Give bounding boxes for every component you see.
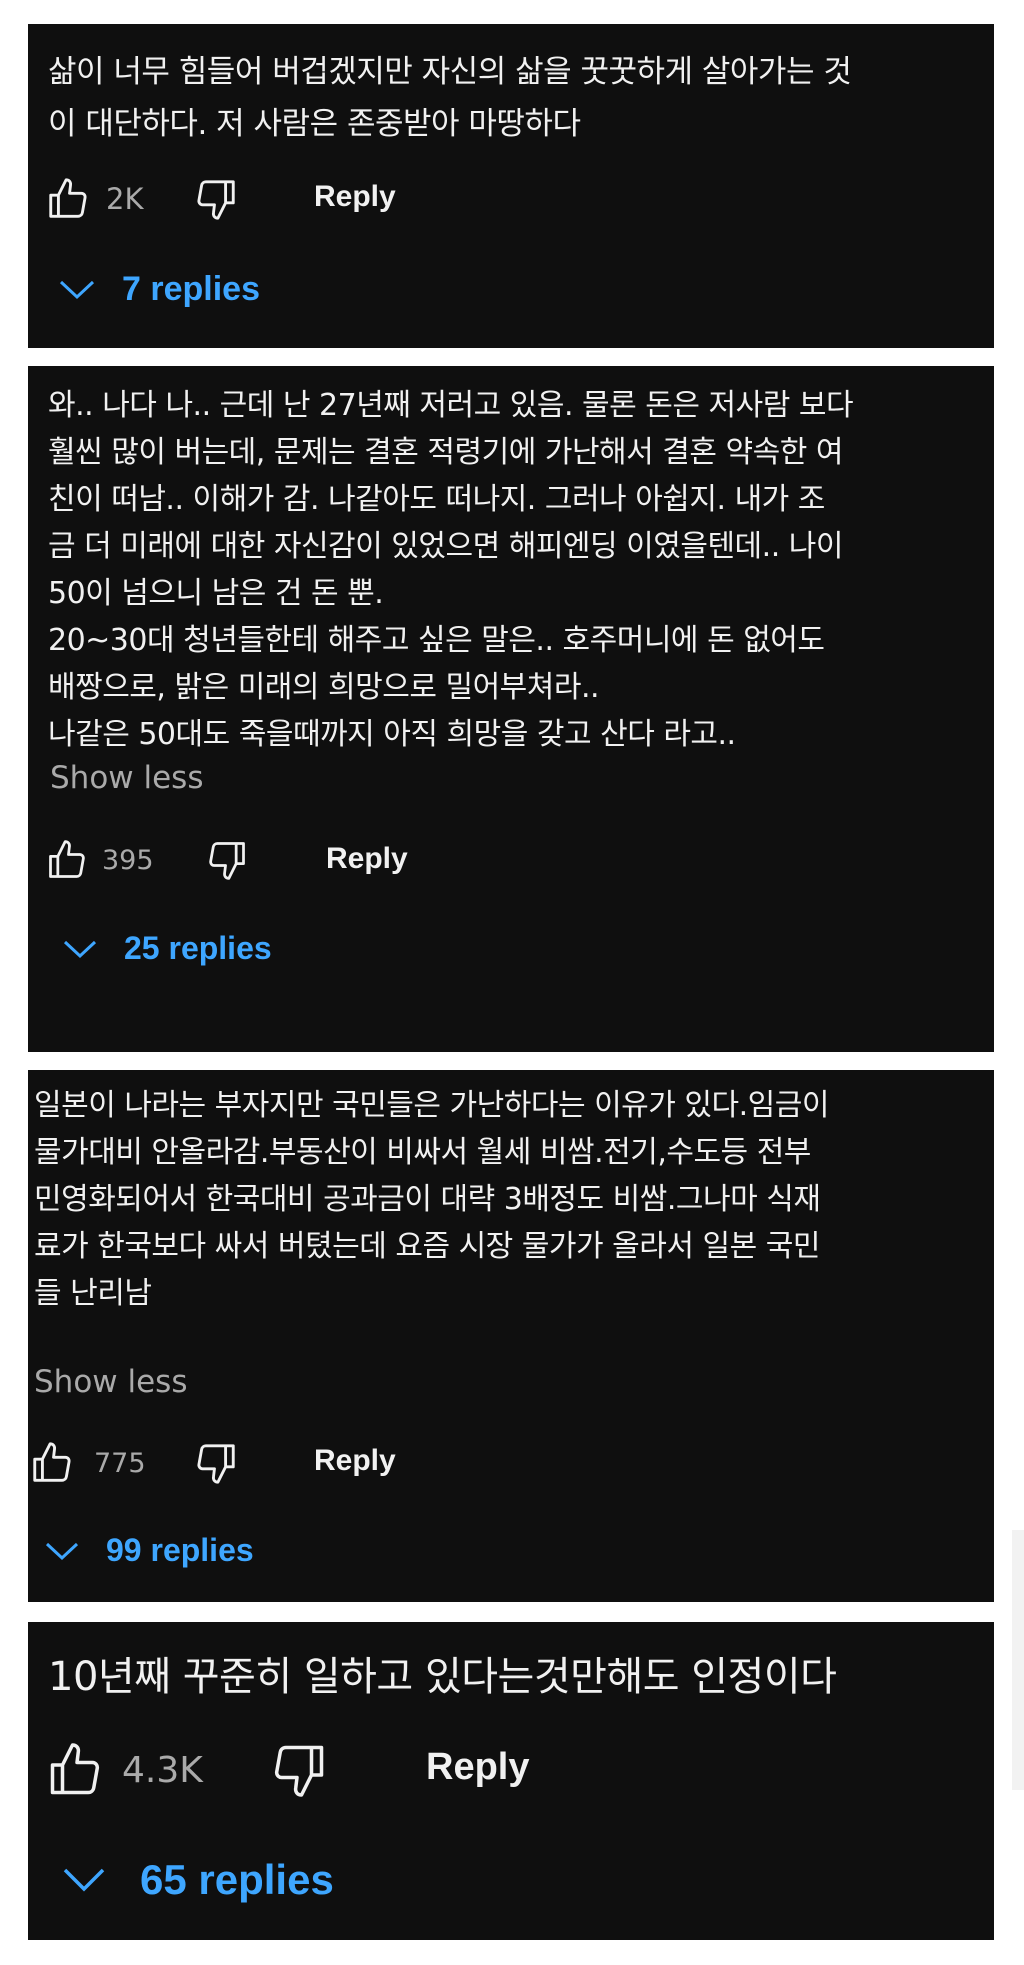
- like-count: 4.3K: [122, 1749, 203, 1791]
- comment-text-line: 금 더 미래에 대한 자신감이 있었으면 해피엔딩 이였을텐데.. 나이: [48, 529, 843, 564]
- comment-text-line: 삶이 너무 힘들어 버겁겠지만 자신의 삶을 꿋꿋하게 살아가는 것: [48, 54, 852, 90]
- chevron-down-icon: [62, 939, 98, 959]
- replies-count-label: 99 replies: [106, 1532, 254, 1568]
- view-replies-button[interactable]: 65 replies: [62, 1856, 334, 1904]
- replies-count-label: 65 replies: [140, 1856, 334, 1903]
- reply-button[interactable]: Reply: [314, 1444, 396, 1478]
- reply-button[interactable]: Reply: [426, 1746, 529, 1789]
- like-button[interactable]: 395: [44, 838, 154, 882]
- comment-card: 와.. 나다 나.. 근데 난 27년째 저러고 있음. 물론 돈은 저사람 보…: [28, 366, 994, 1052]
- like-button[interactable]: 2K: [44, 176, 143, 222]
- thumbs-down-icon: [268, 1740, 330, 1800]
- comment-text-line: 20~30대 청년들한테 해주고 싶은 말은.. 호주머니에 돈 없어도: [48, 623, 825, 658]
- replies-count-label: 7 replies: [122, 270, 260, 308]
- view-replies-button[interactable]: 99 replies: [44, 1532, 254, 1569]
- comment-text-line: 10년째 꾸준히 일하고 있다는것만해도 인정이다: [48, 1654, 837, 1700]
- thumbs-down-icon: [192, 1440, 240, 1486]
- dislike-button[interactable]: [192, 176, 240, 222]
- like-count: 395: [102, 844, 154, 876]
- thumbs-down-icon: [192, 176, 240, 222]
- comment-text-line: 와.. 나다 나.. 근데 난 27년째 저러고 있음. 물론 돈은 저사람 보…: [48, 388, 854, 423]
- view-replies-button[interactable]: 7 replies: [58, 270, 260, 309]
- comment-text-line: 민영화되어서 한국대비 공과금이 대략 3배정도 비쌈.그나마 식재: [34, 1182, 821, 1217]
- replies-count-label: 25 replies: [124, 930, 272, 966]
- comment-text-line: 50이 넘으니 남은 건 돈 뿐.: [48, 576, 384, 611]
- chevron-down-icon: [58, 279, 96, 301]
- comment-text-line: 나같은 50대도 죽을때까지 아직 희망을 갖고 산다 라고..: [48, 717, 736, 752]
- comment-text-line: 친이 떠남.. 이해가 감. 나같아도 떠나지. 그러나 아쉽지. 내가 조: [48, 482, 825, 517]
- like-button[interactable]: 775: [28, 1440, 146, 1486]
- comment-text-line: 이 대단하다. 저 사람은 존중받아 마땅하다: [48, 106, 581, 142]
- comment-card: 10년째 꾸준히 일하고 있다는것만해도 인정이다 4.3K Reply 65 …: [28, 1622, 994, 1940]
- comment-card: 일본이 나라는 부자지만 국민들은 가난하다는 이유가 있다.임금이 물가대비 …: [28, 1070, 994, 1602]
- dislike-button[interactable]: [192, 1440, 240, 1486]
- like-button[interactable]: 4.3K: [44, 1740, 203, 1800]
- comment-card: 삶이 너무 힘들어 버겁겠지만 자신의 삶을 꿋꿋하게 살아가는 것 이 대단하…: [28, 24, 994, 348]
- thumbs-up-icon: [44, 176, 92, 222]
- chevron-down-icon: [44, 1541, 80, 1561]
- dislike-button[interactable]: [204, 838, 250, 882]
- view-replies-button[interactable]: 25 replies: [62, 930, 272, 967]
- thumbs-down-icon: [204, 838, 250, 882]
- comment-text-line: 물가대비 안올라감.부동산이 비싸서 월세 비쌈.전기,수도등 전부: [34, 1135, 811, 1170]
- dislike-button[interactable]: [268, 1740, 330, 1800]
- reply-button[interactable]: Reply: [326, 842, 408, 876]
- comment-text-line: 료가 한국보다 싸서 버텼는데 요즘 시장 물가가 올라서 일본 국민: [34, 1229, 820, 1264]
- chevron-down-icon: [62, 1867, 106, 1893]
- reply-button[interactable]: Reply: [314, 180, 396, 214]
- thumbs-up-icon: [28, 1440, 76, 1486]
- thumbs-up-icon: [44, 1740, 106, 1800]
- scrollbar-track[interactable]: [1012, 1530, 1024, 1790]
- comment-text-line: 배짱으로, 밝은 미래의 희망으로 밀어부쳐라..: [48, 670, 600, 705]
- comment-text-line: 들 난리남: [34, 1276, 152, 1311]
- show-less-link[interactable]: Show less: [34, 1364, 188, 1400]
- comment-text-line: 훨씬 많이 버는데, 문제는 결혼 적령기에 가난해서 결혼 약속한 여: [48, 435, 843, 470]
- thumbs-up-icon: [44, 838, 90, 882]
- like-count: 775: [94, 1447, 146, 1479]
- comment-text-line: 일본이 나라는 부자지만 국민들은 가난하다는 이유가 있다.임금이: [34, 1088, 829, 1123]
- show-less-link[interactable]: Show less: [50, 760, 204, 796]
- like-count: 2K: [106, 182, 144, 216]
